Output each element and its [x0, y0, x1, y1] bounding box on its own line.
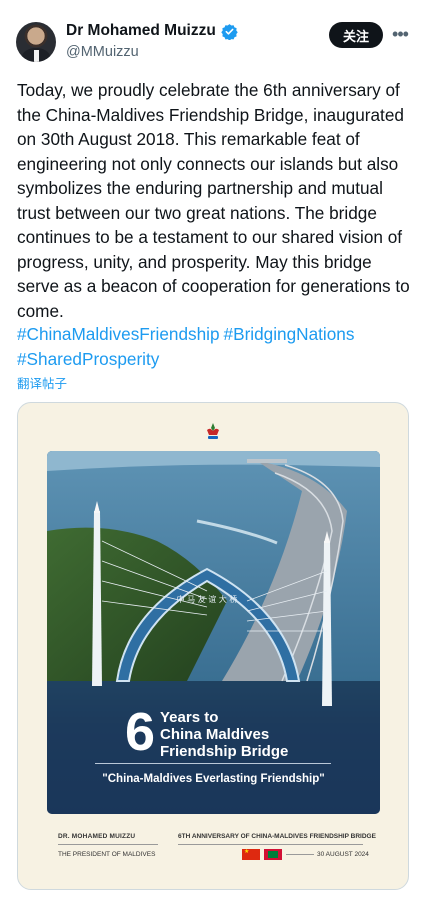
- footer-divider: [286, 854, 314, 855]
- headline-line-years: Years to: [160, 709, 219, 726]
- footer-divider: [178, 844, 363, 845]
- footer-event: 6TH ANNIVERSARY OF CHINA-MALDIVES FRIEND…: [178, 833, 376, 840]
- maldives-flag-icon: [264, 849, 282, 860]
- headline-line-1: China Maldives: [160, 726, 270, 743]
- china-flag-icon: [242, 848, 260, 860]
- anniversary-number: 6: [125, 702, 156, 762]
- footer-title: THE PRESIDENT OF MALDIVES: [58, 851, 156, 858]
- tweet-header: Dr Mohamed Muizzu @MMuizzu 关注 •••: [16, 18, 411, 66]
- tweet-text: Today, we proudly celebrate the 6th anni…: [17, 80, 410, 321]
- hashtag-link[interactable]: #ChinaMaldivesFriendship: [17, 324, 220, 344]
- author-name-row[interactable]: Dr Mohamed Muizzu: [66, 22, 238, 40]
- verified-badge-icon: [221, 23, 238, 40]
- follow-button[interactable]: 关注: [329, 22, 383, 48]
- footer-name: DR. MOHAMED MUIZZU: [58, 833, 136, 840]
- poster-quote: "China-Maldives Everlasting Friendship": [102, 773, 325, 785]
- hashtag-link[interactable]: #BridgingNations: [224, 324, 355, 344]
- arch-inscription: 中 马 友 谊 大 桥: [177, 594, 238, 604]
- author-name[interactable]: Dr Mohamed Muizzu: [66, 22, 216, 40]
- emblem-icon: [207, 423, 219, 439]
- headline-line-2: Friendship Bridge: [160, 743, 289, 760]
- poster-divider: [95, 763, 331, 764]
- avatar[interactable]: [16, 22, 56, 62]
- footer-date: 30 AUGUST 2024: [317, 851, 369, 858]
- author-handle[interactable]: @MMuizzu: [66, 44, 139, 60]
- hashtag-link[interactable]: #SharedProsperity: [17, 349, 159, 369]
- more-icon[interactable]: •••: [389, 22, 411, 48]
- tweet-media-image[interactable]: 中 马 友 谊 大 桥 6 Years to China Maldives Fr…: [17, 402, 409, 890]
- footer-divider: [58, 844, 158, 845]
- translate-post-link[interactable]: 翻译帖子: [17, 373, 67, 392]
- hashtag-list: #ChinaMaldivesFriendship #BridgingNations…: [17, 322, 411, 371]
- anniversary-poster: 中 马 友 谊 大 桥 6 Years to China Maldives Fr…: [47, 451, 380, 814]
